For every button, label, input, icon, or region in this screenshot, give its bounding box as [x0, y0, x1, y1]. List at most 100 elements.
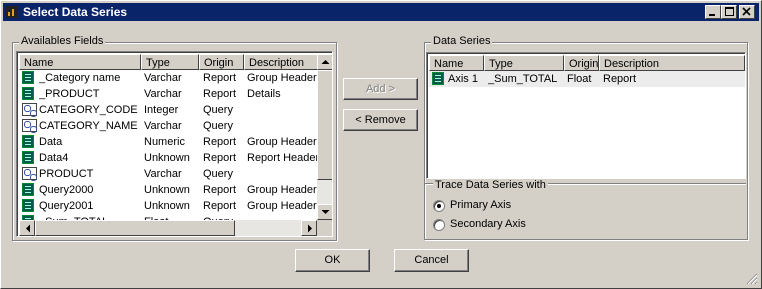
ok-button[interactable]: OK [295, 249, 370, 272]
secondary-axis-label[interactable]: Secondary Axis [450, 218, 526, 230]
resize-grip-icon[interactable] [746, 273, 758, 285]
field-name-cell: PRODUCT [39, 168, 94, 180]
available-fields-list[interactable]: Name Type Origin Description _Category n… [16, 51, 333, 237]
data-series-list[interactable]: Name Type Origin Description Axis 1 _Sum_… [426, 52, 746, 179]
arrow-right-icon [308, 224, 312, 233]
report-field-icon [22, 87, 34, 100]
field-row[interactable]: CATEGORY_CODE Integer Query [19, 102, 317, 118]
series-name-cell: Axis 1 [448, 73, 478, 85]
field-type-cell: Varchar [144, 88, 182, 100]
field-name-cell: Query2001 [39, 200, 94, 212]
report-field-icon [432, 72, 444, 85]
close-icon [742, 7, 751, 16]
field-row[interactable]: _PRODUCT Varchar Report Details [19, 86, 317, 102]
window-title: Select Data Series [23, 5, 128, 19]
field-name-cell: Data [39, 136, 63, 148]
report-field-icon [22, 199, 34, 212]
field-origin-cell: Query [203, 168, 233, 180]
scroll-right-button[interactable] [301, 220, 317, 236]
field-origin-cell: Report [203, 152, 237, 164]
minimize-icon [709, 14, 715, 16]
field-type-cell: Integer [144, 104, 179, 116]
series-column-origin-header[interactable]: Origin [564, 55, 599, 71]
data-series-label: Data Series [431, 35, 493, 47]
column-description-header[interactable]: Description [244, 54, 320, 70]
app-chart-icon [6, 6, 18, 18]
field-row[interactable]: _Category name Varchar Report Group Header [19, 70, 317, 86]
secondary-axis-radio[interactable] [433, 219, 445, 231]
column-origin-header[interactable]: Origin [199, 54, 244, 70]
field-description-cell: Group Header [247, 200, 317, 212]
field-row[interactable]: Query2000 Unknown Report Group Header [19, 182, 317, 198]
report-field-icon [22, 135, 34, 148]
remove-button[interactable]: < Remove [343, 109, 418, 131]
field-description-cell: Group Header [247, 184, 317, 196]
field-type-cell: Varchar [144, 120, 182, 132]
field-type-cell: Unknown [144, 200, 190, 212]
series-column-description-header[interactable]: Description [599, 55, 745, 71]
vscroll-thumb[interactable] [317, 70, 332, 180]
primary-axis-radio[interactable] [433, 200, 445, 212]
field-origin-cell: Report [203, 88, 237, 100]
field-name-cell: CATEGORY_CODE [39, 104, 138, 116]
arrow-down-icon [321, 210, 330, 214]
hscroll-thumb[interactable] [35, 220, 235, 236]
maximize-button[interactable] [721, 5, 737, 19]
arrow-left-icon [26, 224, 30, 233]
series-column-type-header[interactable]: Type [484, 55, 564, 71]
field-origin-cell: Query [203, 104, 233, 116]
series-column-name-header[interactable]: Name [429, 55, 484, 71]
field-row[interactable]: Data Numeric Report Group Header [19, 134, 317, 150]
scroll-corner [317, 220, 332, 236]
field-origin-cell: Report [203, 72, 237, 84]
field-type-cell: Numeric [144, 136, 185, 148]
series-description-cell: Report [603, 73, 637, 85]
report-field-icon [22, 183, 34, 196]
field-name-cell: CATEGORY_NAME [39, 120, 138, 132]
query-field-icon [22, 167, 37, 181]
report-field-icon [22, 71, 34, 84]
field-name-cell: Query2000 [39, 184, 94, 196]
field-origin-cell: Report [203, 200, 237, 212]
field-name-cell: Data4 [39, 152, 69, 164]
field-row[interactable]: CATEGORY_NAME Varchar Query [19, 118, 317, 134]
query-field-icon [22, 103, 37, 117]
select-data-series-dialog: Select Data Series Availables Fields Nam… [0, 0, 762, 289]
series-type-cell: _Sum_TOTAL [488, 73, 558, 85]
field-type-cell: Unknown [144, 152, 190, 164]
title-bar[interactable]: Select Data Series [3, 3, 759, 21]
field-description-cell: Details [247, 88, 281, 100]
report-field-icon [22, 151, 34, 164]
trace-group-label: Trace Data Series with [433, 179, 548, 191]
field-description-cell: Group Header [247, 72, 317, 84]
series-origin-cell: Float [567, 73, 592, 85]
scroll-left-button[interactable] [19, 220, 35, 236]
field-description-cell: Report Header [247, 152, 319, 164]
field-origin-cell: Report [203, 184, 237, 196]
field-row[interactable]: PRODUCT Varchar Query [19, 166, 317, 182]
available-fields-vscrollbar[interactable] [317, 54, 332, 220]
maximize-icon [725, 7, 734, 16]
minimize-button[interactable] [705, 5, 721, 19]
primary-axis-label[interactable]: Primary Axis [450, 199, 511, 211]
field-row[interactable]: Data4 Unknown Report Report Header [19, 150, 319, 166]
field-origin-cell: Report [203, 136, 237, 148]
field-type-cell: Varchar [144, 168, 182, 180]
close-button[interactable] [739, 5, 755, 19]
available-fields-hscrollbar[interactable] [19, 220, 317, 236]
arrow-up-icon [321, 60, 330, 64]
field-name-cell: _Category name [39, 72, 121, 84]
cancel-button[interactable]: Cancel [394, 249, 469, 272]
field-type-cell: Varchar [144, 72, 182, 84]
query-field-icon [22, 119, 37, 133]
field-type-cell: Unknown [144, 184, 190, 196]
series-row[interactable]: Axis 1 _Sum_TOTAL Float Report [429, 71, 745, 87]
scroll-down-button[interactable] [317, 204, 332, 220]
column-type-header[interactable]: Type [141, 54, 199, 70]
field-name-cell: _PRODUCT [39, 88, 100, 100]
column-name-header[interactable]: Name [19, 54, 141, 70]
field-row[interactable]: Query2001 Unknown Report Group Header [19, 198, 317, 214]
scroll-up-button[interactable] [317, 54, 332, 70]
field-origin-cell: Query [203, 120, 233, 132]
add-button[interactable]: Add > [343, 78, 418, 100]
